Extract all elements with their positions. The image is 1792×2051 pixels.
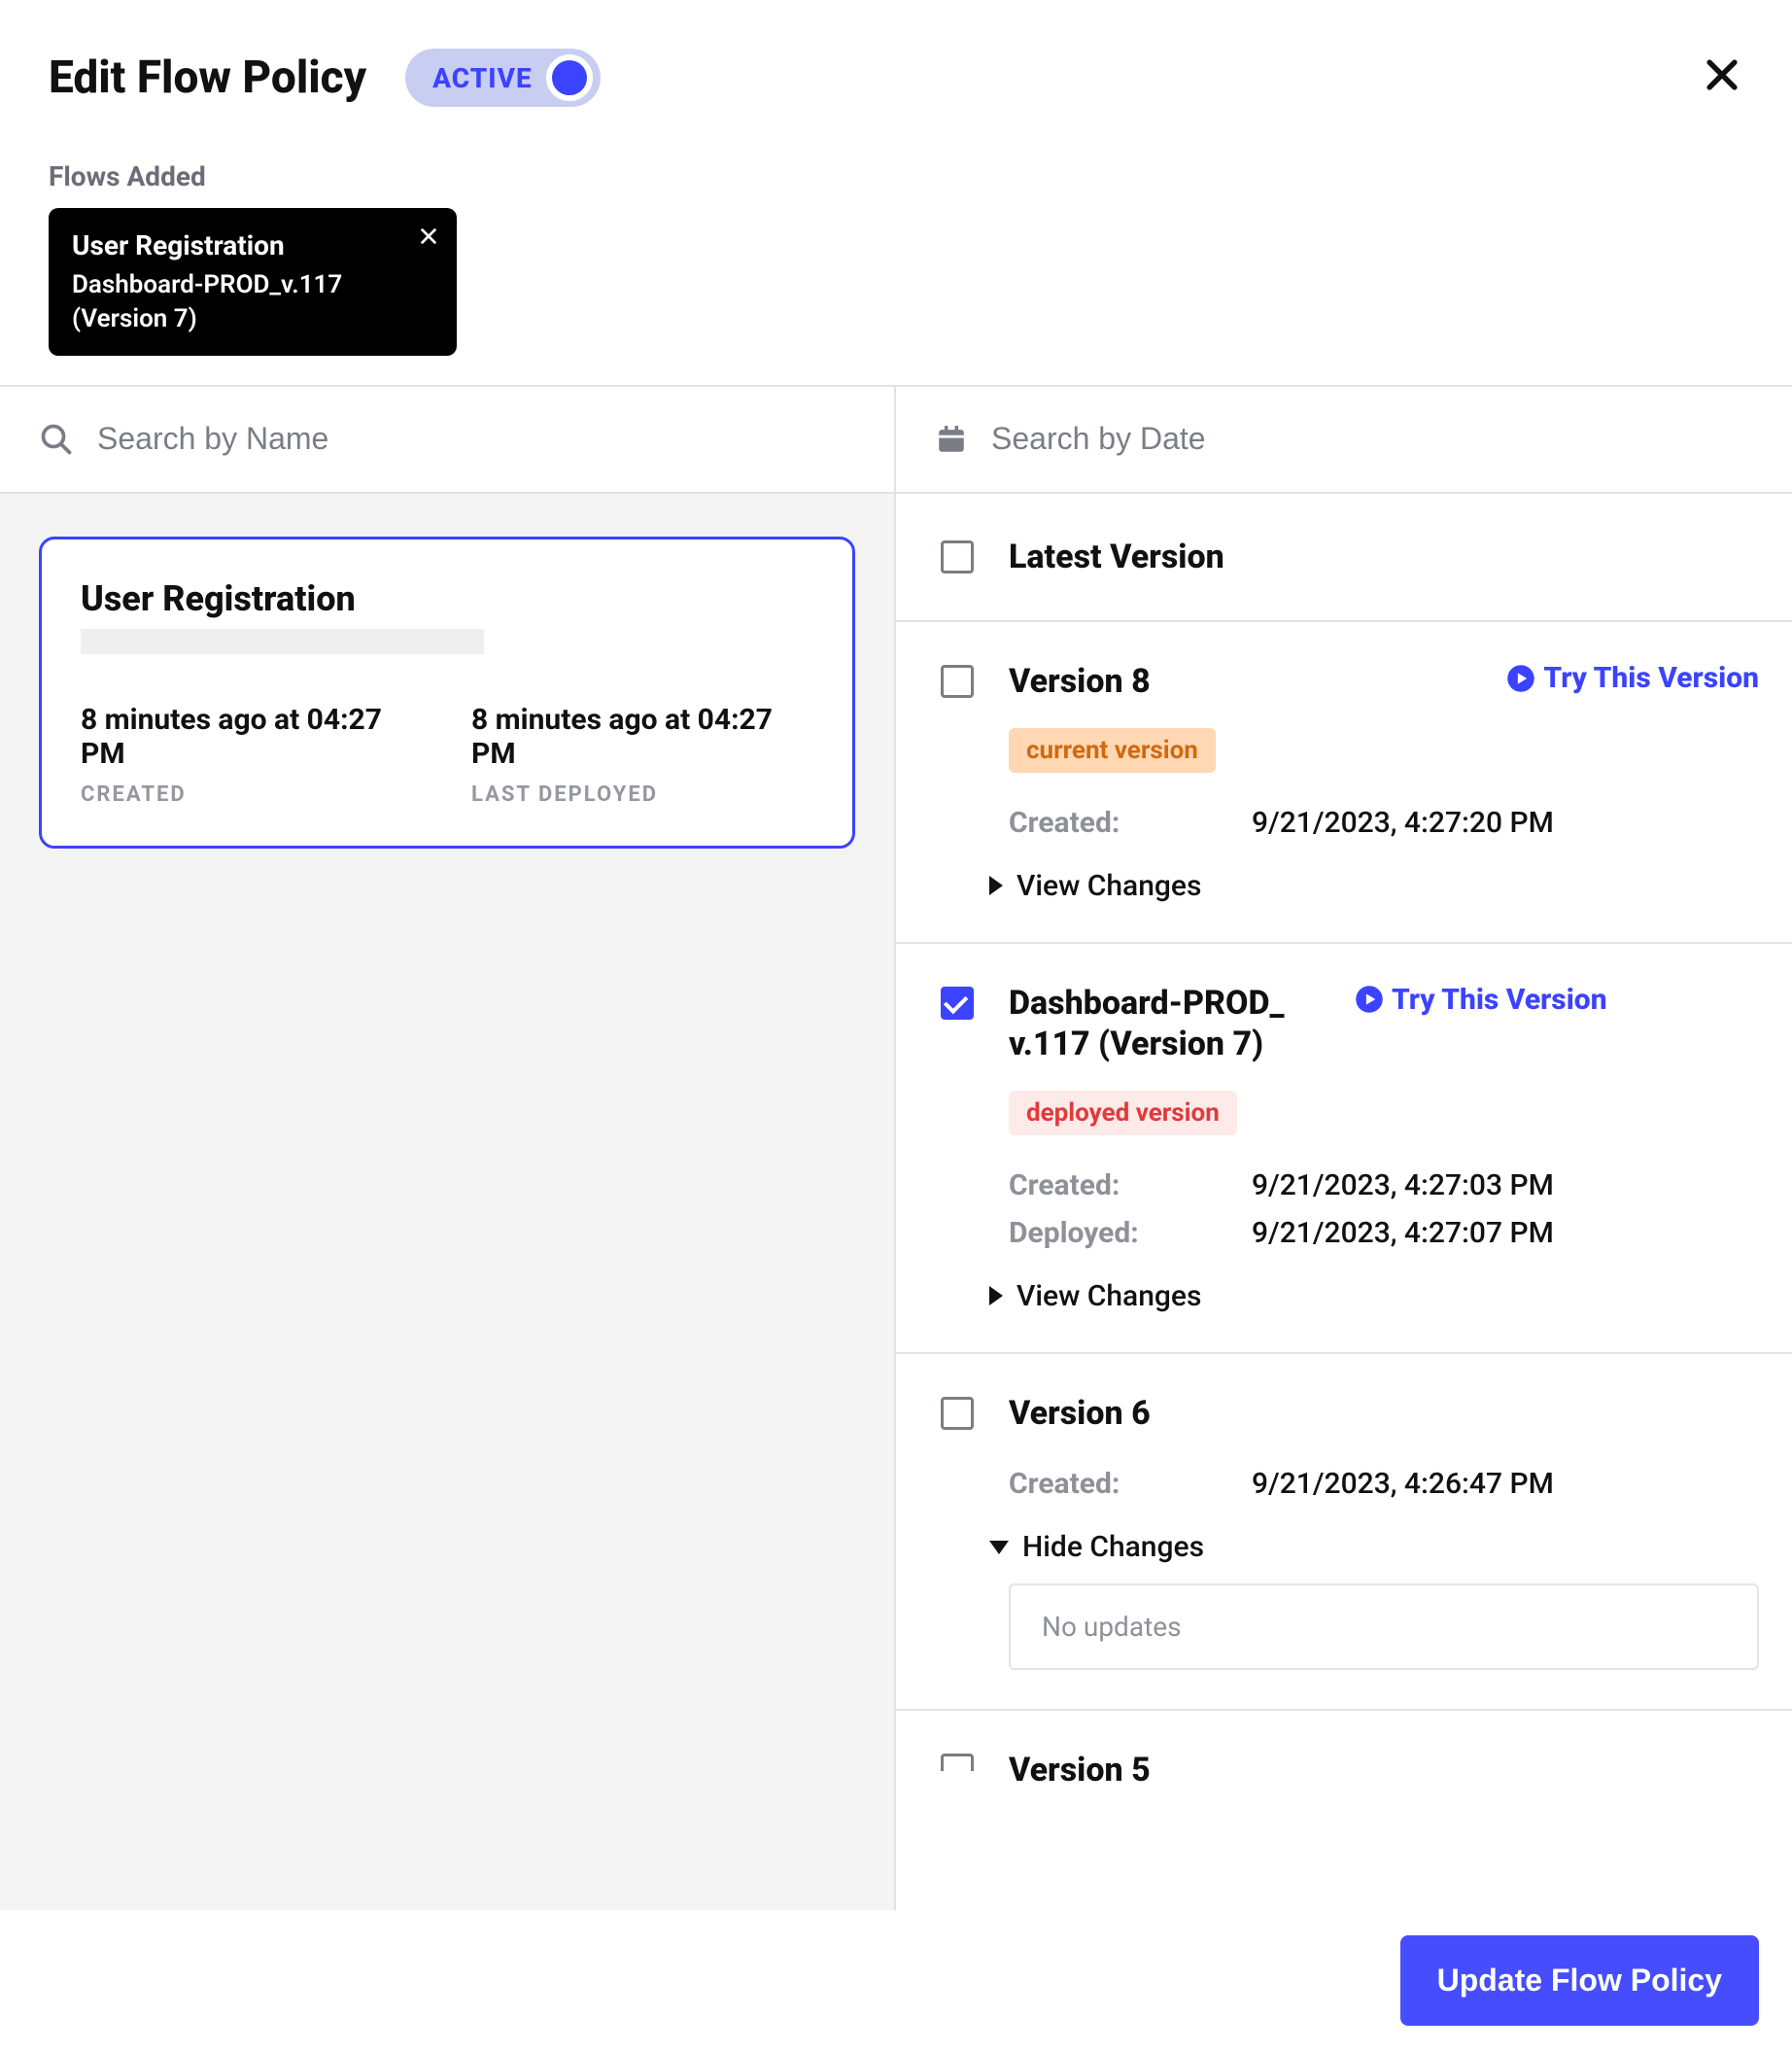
- deployed-version-badge: deployed version: [1009, 1091, 1237, 1135]
- no-updates-text: No updates: [1042, 1611, 1182, 1643]
- calendar-icon: [935, 423, 968, 456]
- try-version-label: Try This Version: [1392, 983, 1607, 1017]
- flow-card-selected[interactable]: User Registration 8 minutes ago at 04:27…: [39, 537, 855, 849]
- view-changes-7[interactable]: View Changes: [989, 1279, 1201, 1313]
- version-6-title: Version 6: [1009, 1393, 1759, 1435]
- deployed-key: Deployed:: [1009, 1216, 1213, 1250]
- chevron-right-icon: [989, 1286, 1003, 1305]
- version-6-created: 9/21/2023, 4:26:47 PM: [1252, 1467, 1759, 1501]
- version-latest-title: Latest Version: [1009, 537, 1759, 578]
- versions-column: Latest Version Version 8 Try This Versio…: [896, 387, 1792, 1910]
- flow-card-created-value: 8 minutes ago at 04:27 PM: [81, 703, 423, 771]
- modal-footer: Update Flow Policy: [0, 1910, 1792, 2051]
- version-7-created: 9/21/2023, 4:27:03 PM: [1252, 1168, 1759, 1202]
- flow-card-deployed-value: 8 minutes ago at 04:27 PM: [471, 703, 813, 771]
- version-7-checkbox[interactable]: [941, 987, 974, 1020]
- remove-flow-icon[interactable]: [418, 226, 439, 247]
- version-item-latest: Latest Version: [896, 494, 1792, 623]
- flow-card-deployed-label: LAST DEPLOYED: [471, 782, 813, 807]
- version-7-title: Dashboard-PROD_ v.117 (Version 7): [1009, 983, 1320, 1065]
- view-changes-label: View Changes: [1017, 1279, 1201, 1313]
- created-key: Created:: [1009, 1168, 1213, 1202]
- try-version-7-button[interactable]: Try This Version: [1355, 983, 1607, 1017]
- version-latest-checkbox[interactable]: [941, 540, 974, 574]
- search-icon: [39, 422, 74, 457]
- play-icon: [1506, 664, 1535, 693]
- view-changes-label: View Changes: [1017, 869, 1201, 903]
- page-title: Edit Flow Policy: [49, 52, 366, 104]
- flow-card-title: User Registration: [81, 578, 813, 619]
- version-8-checkbox[interactable]: [941, 665, 974, 698]
- version-5-checkbox[interactable]: [941, 1754, 974, 1771]
- try-version-8-button[interactable]: Try This Version: [1506, 661, 1759, 695]
- created-key: Created:: [1009, 806, 1213, 840]
- chevron-down-icon: [989, 1541, 1009, 1554]
- version-8-created: 9/21/2023, 4:27:20 PM: [1252, 806, 1759, 840]
- try-version-label: Try This Version: [1543, 661, 1759, 695]
- active-toggle[interactable]: ACTIVE: [405, 49, 601, 107]
- version-6-checkbox[interactable]: [941, 1397, 974, 1430]
- search-by-name-row: [0, 387, 894, 494]
- version-item-8: Version 8 Try This Version current versi…: [896, 622, 1792, 944]
- hide-changes-6[interactable]: Hide Changes: [989, 1530, 1204, 1564]
- active-toggle-label: ACTIVE: [432, 62, 533, 94]
- version-item-6: Version 6 Created: 9/21/2023, 4:26:47 PM…: [896, 1354, 1792, 1712]
- search-by-name-input[interactable]: [97, 421, 855, 457]
- play-icon: [1355, 985, 1384, 1014]
- close-icon[interactable]: [1701, 53, 1743, 96]
- flow-card-created-label: CREATED: [81, 782, 423, 807]
- update-flow-policy-button[interactable]: Update Flow Policy: [1400, 1935, 1759, 2026]
- flow-chip-title: User Registration: [72, 227, 398, 264]
- hide-changes-label: Hide Changes: [1022, 1530, 1204, 1564]
- search-by-date-row: [896, 387, 1792, 494]
- changes-box-6: No updates: [1009, 1583, 1759, 1670]
- version-7-deployed: 9/21/2023, 4:27:07 PM: [1252, 1216, 1759, 1250]
- flows-added-label: Flows Added: [49, 160, 1743, 192]
- flow-card-placeholder: [81, 629, 484, 654]
- created-key: Created:: [1009, 1467, 1213, 1501]
- flow-chip-subtitle: Dashboard-PROD_v.117 (Version 7): [72, 268, 398, 336]
- version-8-title: Version 8: [1009, 661, 1471, 703]
- modal-header: Edit Flow Policy ACTIVE Flows Added User…: [0, 0, 1792, 385]
- search-by-date-input[interactable]: [991, 421, 1753, 457]
- view-changes-8[interactable]: View Changes: [989, 869, 1201, 903]
- version-item-5: Version 5: [896, 1711, 1792, 1791]
- version-item-7: Dashboard-PROD_ v.117 (Version 7) Try Th…: [896, 944, 1792, 1354]
- flows-column: User Registration 8 minutes ago at 04:27…: [0, 387, 896, 1910]
- current-version-badge: current version: [1009, 728, 1216, 773]
- content-split: User Registration 8 minutes ago at 04:27…: [0, 385, 1792, 1910]
- flow-chip: User Registration Dashboard-PROD_v.117 (…: [49, 208, 457, 356]
- version-5-title: Version 5: [1009, 1750, 1759, 1791]
- versions-list: Latest Version Version 8 Try This Versio…: [896, 494, 1792, 1910]
- chevron-right-icon: [989, 876, 1003, 895]
- active-toggle-knob: [546, 54, 593, 101]
